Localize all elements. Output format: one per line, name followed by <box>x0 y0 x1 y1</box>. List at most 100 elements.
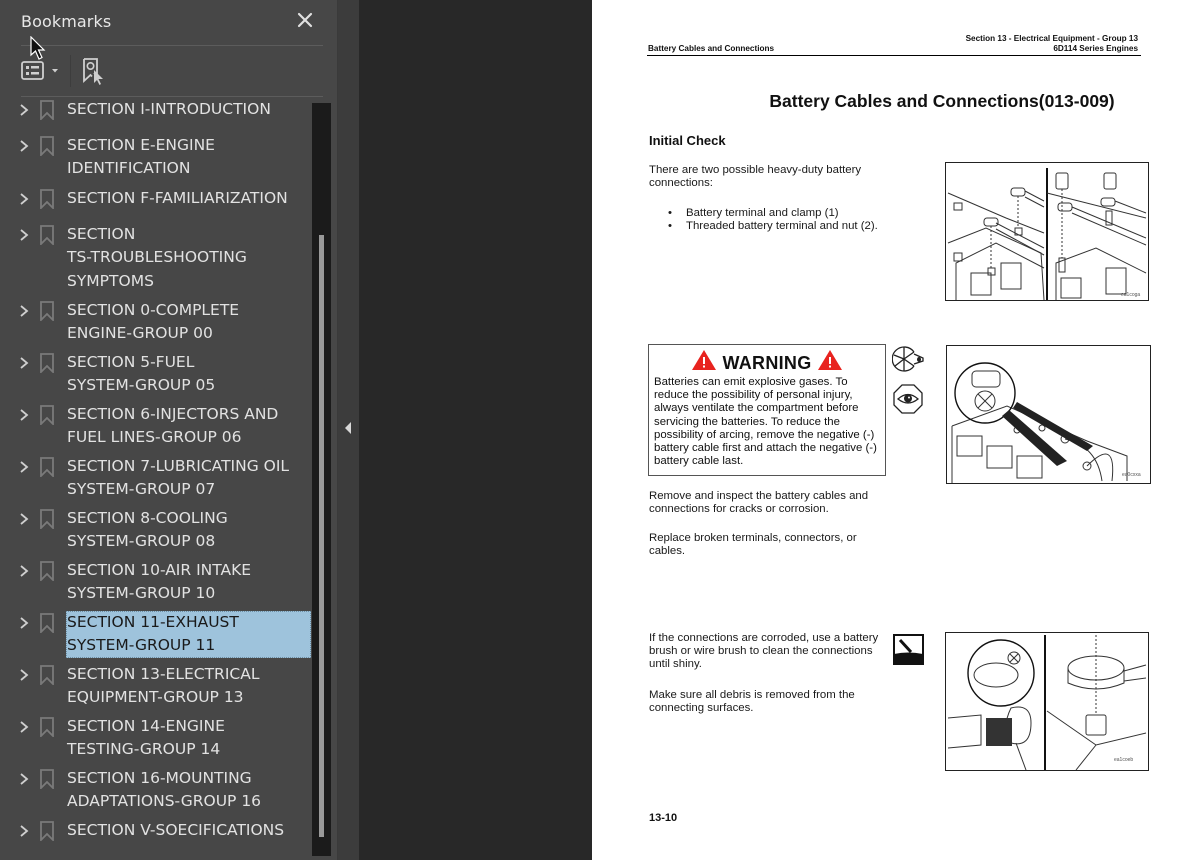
bookmark-icon <box>40 225 54 245</box>
chevron-right-icon[interactable] <box>18 226 30 244</box>
chevron-right-icon[interactable] <box>18 458 30 476</box>
chevron-right-icon[interactable] <box>18 190 30 208</box>
close-icon <box>297 12 313 28</box>
bookmark-label: SECTION TS-TROUBLESHOOTING SYMPTOMS <box>67 225 247 290</box>
cleaning-paragraph: If the connections are corroded, use a b… <box>649 632 879 671</box>
find-current-bookmark-button[interactable] <box>80 56 110 86</box>
bookmark-label: SECTION 13-ELECTRICAL EQUIPMENT-GROUP 13 <box>67 665 260 707</box>
bookmark-item[interactable]: SECTION 8-COOLING SYSTEM-GROUP 08 <box>0 507 312 554</box>
document-page: Battery Cables and Connections Section 1… <box>592 0 1200 860</box>
scrollbar-thumb[interactable] <box>319 235 324 837</box>
inspect-paragraph: Remove and inspect the battery cables an… <box>649 490 869 516</box>
bookmarks-panel: Bookmarks SECTION I-INTRODUCTION SECTION … <box>0 0 338 860</box>
bookmark-item[interactable]: SECTION 0-COMPLETE ENGINE-GROUP 00 <box>0 299 312 346</box>
bookmark-label: SECTION V-SOECIFICATIONS <box>67 821 285 839</box>
figure-code: ea1cogа <box>1121 292 1140 298</box>
section-subheading: Initial Check <box>649 133 726 148</box>
header-engine-line: 6D114 Series Engines <box>1053 44 1138 53</box>
bookmark-tree: SECTION I-INTRODUCTION SECTION E-ENGINE I… <box>0 98 312 858</box>
bookmark-item[interactable]: SECTION 16-MOUNTING ADAPTATIONS-GROUP 16 <box>0 767 312 814</box>
bookmark-item[interactable]: SECTION 7-LUBRICATING OIL SYSTEM-GROUP 0… <box>0 455 312 502</box>
bookmark-label: SECTION E-ENGINE IDENTIFICATION <box>67 136 215 178</box>
bookmark-item[interactable]: SECTION 11-EXHAUST SYSTEM-GROUP 11 <box>0 611 312 658</box>
debris-paragraph: Make sure all debris is removed from the… <box>649 689 855 715</box>
bookmark-label: SECTION 5-FUEL SYSTEM-GROUP 05 <box>67 353 216 395</box>
bookmark-item[interactable]: SECTION 5-FUEL SYSTEM-GROUP 05 <box>0 351 312 398</box>
bookmark-icon <box>40 405 54 425</box>
chevron-right-icon[interactable] <box>18 510 30 528</box>
bookmark-icon <box>40 561 54 581</box>
list-item: Threaded battery terminal and nut (2). <box>668 220 898 233</box>
warning-title-text: WARNING <box>722 353 812 373</box>
bookmark-label: SECTION I-INTRODUCTION <box>67 100 271 118</box>
warning-title: WARNING <box>649 349 885 374</box>
bookmark-label: SECTION 0-COMPLETE ENGINE-GROUP 00 <box>67 301 240 343</box>
bookmark-item[interactable]: SECTION E-ENGINE IDENTIFICATION <box>0 134 312 181</box>
header-section-line: Section 13 - Electrical Equipment - Grou… <box>965 34 1138 43</box>
bookmark-label: SECTION 6-INJECTORS AND FUEL LINES-GROUP… <box>67 405 279 447</box>
bookmark-label: SECTION 7-LUBRICATING OIL SYSTEM-GROUP 0… <box>67 457 290 499</box>
bookmark-icon <box>40 769 54 789</box>
warning-triangle-icon <box>817 350 842 370</box>
bookmark-icon <box>40 353 54 373</box>
bookmark-item[interactable]: SECTION 13-ELECTRICAL EQUIPMENT-GROUP 13 <box>0 663 312 710</box>
bookmark-item[interactable]: SECTION V-SOECIFICATIONS <box>0 819 312 842</box>
list-item: Battery terminal and clamp (1) <box>668 207 898 220</box>
bookmark-item[interactable]: SECTION TS-TROUBLESHOOTING SYMPTOMS <box>0 223 312 293</box>
clean-brush-icon <box>893 634 924 665</box>
bookmark-item[interactable]: SECTION 14-ENGINE TESTING-GROUP 14 <box>0 715 312 762</box>
bookmark-icon <box>40 100 54 120</box>
chevron-right-icon[interactable] <box>18 302 30 320</box>
intro-paragraph: There are two possible heavy-duty batter… <box>649 164 862 190</box>
battery-illustration: ea0cxxa <box>951 362 1141 483</box>
bookmark-item[interactable]: SECTION 6-INJECTORS AND FUEL LINES-GROUP… <box>0 403 312 450</box>
battery-cable-figure: ea0cxxa <box>946 345 1151 484</box>
bookmark-label: SECTION 14-ENGINE TESTING-GROUP 14 <box>67 717 225 759</box>
battery-terminals-figure: ea1cogа <box>945 162 1149 301</box>
chevron-right-icon[interactable] <box>18 822 30 840</box>
brush-illustration: ea1coeb <box>947 635 1147 771</box>
divider <box>21 45 323 46</box>
chevron-right-icon[interactable] <box>18 137 30 155</box>
chevron-right-icon[interactable] <box>18 354 30 372</box>
bookmark-icon <box>40 301 54 321</box>
collapse-panel-button[interactable] <box>343 420 353 436</box>
chevron-right-icon[interactable] <box>18 770 30 788</box>
bookmark-item[interactable]: SECTION 10-AIR INTAKE SYSTEM-GROUP 10 <box>0 559 312 606</box>
replace-paragraph: Replace broken terminals, connectors, or… <box>649 532 857 558</box>
bookmark-label: SECTION 16-MOUNTING ADAPTATIONS-GROUP 16 <box>67 769 262 811</box>
terminal-illustration: ea1cogа <box>947 168 1147 301</box>
bookmark-icon <box>40 821 54 841</box>
chevron-right-icon[interactable] <box>18 101 30 119</box>
bookmark-icon <box>40 457 54 477</box>
svg-text:ea1coeb: ea1coeb <box>1114 757 1133 763</box>
bookmark-icon <box>40 665 54 685</box>
running-header-right: Section 13 - Electrical Equipment - Grou… <box>842 34 1138 54</box>
page-heading: Battery Cables and Connections(013-009) <box>769 91 1115 111</box>
explosion-hazard-icon <box>891 344 925 374</box>
panel-title: Bookmarks <box>21 12 112 31</box>
running-header-left: Battery Cables and Connections <box>648 44 775 53</box>
toolbar-separator <box>70 55 71 87</box>
chevron-right-icon[interactable] <box>18 406 30 424</box>
bookmark-item[interactable]: SECTION F-FAMILIARIZATION <box>0 187 312 210</box>
chevron-right-icon[interactable] <box>18 614 30 632</box>
bookmark-item[interactable]: SECTION I-INTRODUCTION <box>0 98 312 121</box>
warning-box: WARNING Batteries can emit explosive gas… <box>648 344 886 476</box>
bookmark-icon <box>40 613 54 633</box>
bookmark-label: SECTION 10-AIR INTAKE SYSTEM-GROUP 10 <box>67 561 252 603</box>
chevron-right-icon[interactable] <box>18 562 30 580</box>
bookmark-icon <box>40 136 54 156</box>
close-panel-button[interactable] <box>294 9 316 31</box>
bookmark-icon <box>40 717 54 737</box>
bookmark-icon <box>40 189 54 209</box>
bookmark-label: SECTION 11-EXHAUST SYSTEM-GROUP 11 <box>66 611 311 658</box>
triangle-left-icon <box>345 422 351 434</box>
find-current-bookmark-icon <box>83 58 103 85</box>
header-rule <box>647 55 1141 56</box>
warning-triangle-icon <box>692 350 717 370</box>
chevron-right-icon[interactable] <box>18 718 30 736</box>
chevron-right-icon[interactable] <box>18 666 30 684</box>
bookmark-options-button[interactable] <box>20 57 62 85</box>
warning-text: Batteries can emit explosive gases. To r… <box>654 376 877 468</box>
